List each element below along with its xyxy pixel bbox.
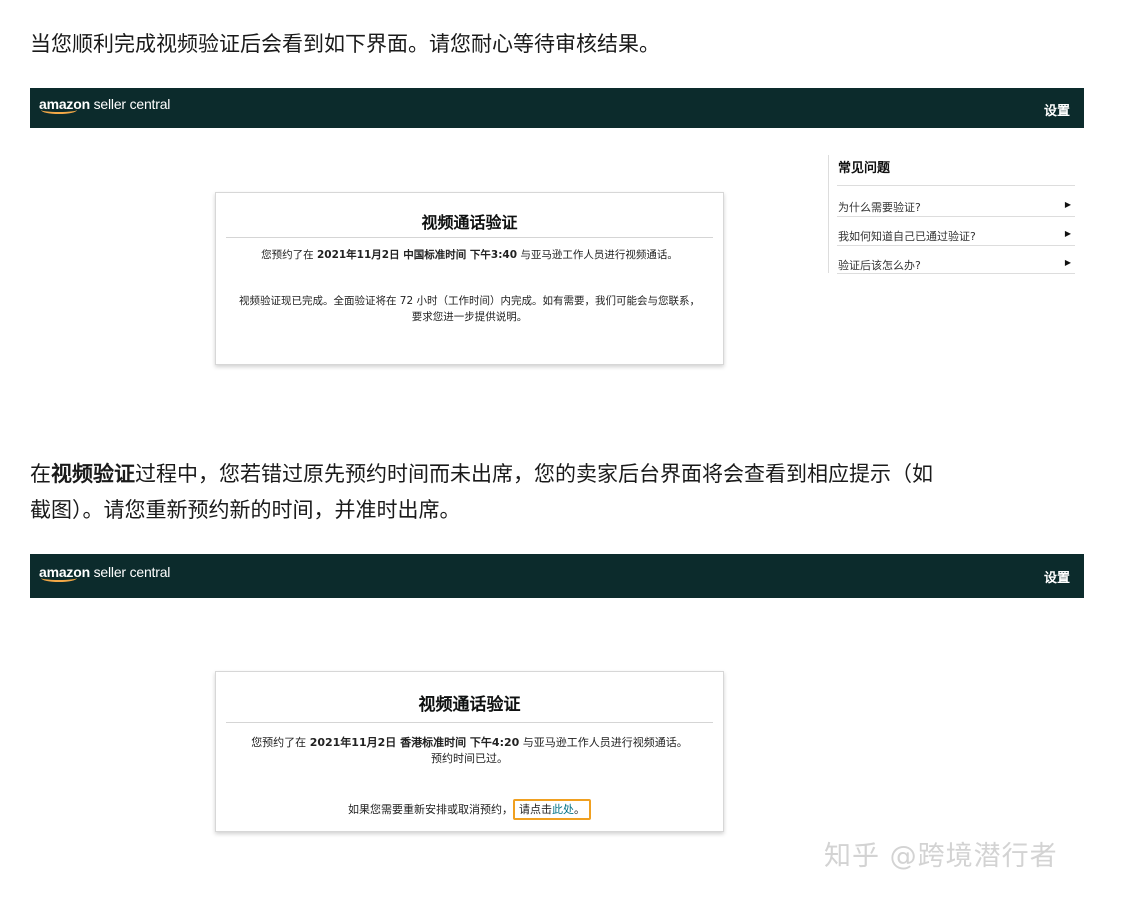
completion-text-line2: 要求您进一步提供说明。: [411, 311, 528, 323]
faq-item-how-know-passed[interactable]: 我如何知道自己已通过验证? ▶: [838, 228, 1075, 243]
seller-central-header: amazon seller central 设置: [30, 88, 1084, 128]
caret-right-icon: ▶: [1064, 229, 1071, 238]
divider: [226, 722, 713, 723]
faq-panel: 常见问题 为什么需要验证? ▶ 我如何知道自己已通过验证? ▶ 验证后该怎么办?…: [828, 155, 1075, 274]
caret-right-icon: ▶: [1064, 258, 1071, 267]
amazon-smile-icon: [41, 106, 77, 114]
reschedule-text: 如果您需要重新安排或取消预约， 请点击此处。: [216, 799, 723, 820]
divider: [837, 273, 1075, 274]
divider: [837, 245, 1075, 246]
settings-link[interactable]: 设置: [1044, 567, 1070, 586]
settings-link[interactable]: 设置: [1044, 100, 1070, 119]
divider: [226, 237, 713, 238]
amazon-seller-central-logo[interactable]: amazon seller central: [39, 96, 170, 114]
divider: [837, 185, 1075, 186]
appointment-text: 您预约了在 2021年11月2日 中国标准时间 下午3:40 与亚马逊工作人员进…: [261, 249, 678, 261]
reschedule-link[interactable]: 此处: [552, 803, 574, 816]
zhihu-watermark: 知乎 @跨境潜行者: [824, 841, 1058, 872]
card-title: 视频通话验证: [421, 213, 518, 232]
intro-text: 当您顺利完成视频验证后会看到如下界面。请您耐心等待审核结果。: [30, 32, 660, 56]
faq-item-what-next[interactable]: 验证后该怎么办? ▶: [838, 257, 1075, 272]
seller-central-header: amazon seller central 设置: [30, 554, 1084, 598]
faq-item-why-verify[interactable]: 为什么需要验证? ▶: [838, 199, 1075, 214]
amazon-seller-central-logo[interactable]: amazon seller central: [39, 564, 170, 582]
video-verification-card: 视频通话验证 您预约了在 2021年11月2日 中国标准时间 下午3:40 与亚…: [215, 192, 724, 365]
reschedule-highlight: 请点击此处。: [513, 799, 591, 820]
card-title: 视频通话验证: [418, 695, 521, 715]
appointment-text: 您预约了在 2021年11月2日 香港标准时间 下午4:20 与亚马逊工作人员进…: [251, 736, 688, 749]
divider: [837, 216, 1075, 217]
video-verification-card: 视频通话验证 您预约了在 2021年11月2日 香港标准时间 下午4:20 与亚…: [215, 671, 724, 832]
completion-text-line1: 视频验证现已完成。全面验证将在 72 小时（工作时间）内完成。如有需要，我们可能…: [238, 295, 701, 307]
missed-appointment-text: 在视频验证过程中，您若错过原先预约时间而未出席，您的卖家后台界面将会查看到相应提…: [30, 462, 933, 522]
faq-title: 常见问题: [838, 161, 891, 176]
appointment-passed-text: 预约时间已过。: [431, 752, 508, 765]
caret-right-icon: ▶: [1064, 200, 1071, 209]
amazon-smile-icon: [41, 574, 77, 582]
